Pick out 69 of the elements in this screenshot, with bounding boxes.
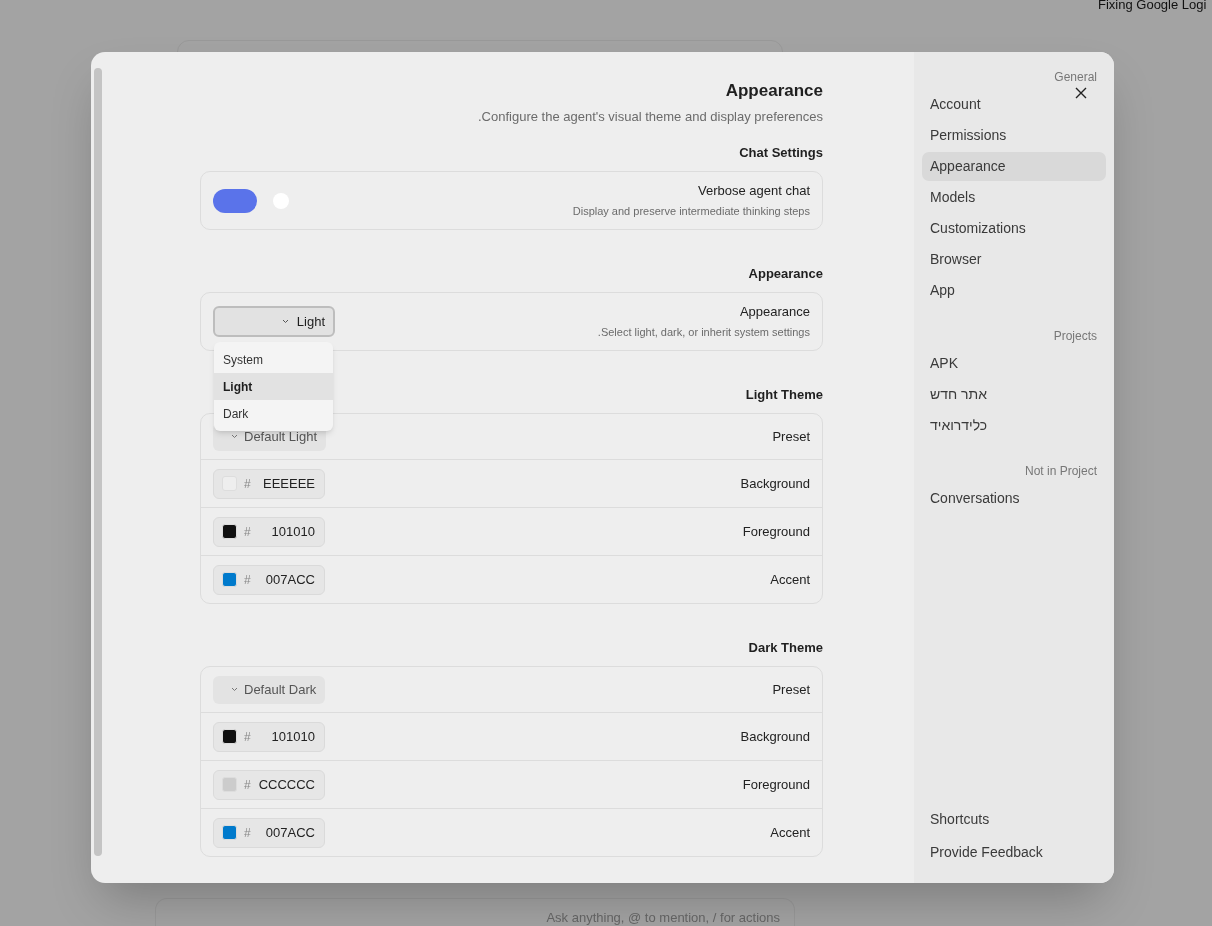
hash-label: #	[244, 571, 251, 589]
close-icon	[1074, 86, 1088, 100]
sidebar-heading: Not in Project	[1024, 464, 1098, 478]
hash-label: #	[244, 523, 251, 541]
sidebar-item[interactable]: Browser	[922, 245, 1106, 274]
toggle-switch[interactable]	[213, 188, 289, 213]
placeholder-text: Ask anything, @ to mention, / for actions	[546, 909, 780, 926]
hash-label: #	[244, 728, 251, 746]
color-value: CCCCCC	[258, 775, 315, 794]
setting-label: Preset	[772, 680, 810, 699]
sidebar-item[interactable]: כלידרואיד	[922, 411, 1106, 440]
color-value: 101010	[271, 727, 315, 746]
setting-label: Background	[740, 727, 810, 746]
chevron-down-icon	[231, 687, 238, 692]
setting-label: Preset	[772, 427, 810, 446]
color-field[interactable]: # 007ACC	[213, 564, 325, 595]
sidebar-item[interactable]: Shortcuts	[922, 805, 1106, 834]
color-swatch[interactable]	[222, 524, 237, 539]
color-swatch[interactable]	[222, 777, 237, 792]
color-field[interactable]: # EEEEEE	[213, 468, 325, 499]
hash-label: #	[244, 776, 251, 794]
color-swatch[interactable]	[222, 572, 237, 587]
setting-label: Accent	[770, 570, 810, 589]
chevron-down-icon	[281, 319, 289, 324]
color-field[interactable]: # 007ACC	[213, 817, 325, 848]
hash-label: #	[244, 824, 251, 842]
preset-dropdown[interactable]: Default Dark	[213, 675, 326, 704]
setting-label: Accent	[770, 823, 810, 842]
sidebar-item[interactable]: Permissions	[922, 121, 1106, 150]
setting-label: Verbose agent chat	[697, 182, 810, 200]
chevron-down-icon	[231, 434, 238, 439]
dropdown[interactable]: Light	[213, 306, 335, 337]
setting-label: Appearance	[739, 303, 810, 321]
color-swatch[interactable]	[222, 729, 237, 744]
section-heading: Light Theme	[745, 386, 823, 404]
sidebar-item[interactable]: App	[922, 276, 1106, 305]
sidebar-item[interactable]: Conversations	[922, 484, 1106, 513]
color-field[interactable]: # CCCCCC	[213, 769, 325, 800]
hash-label: #	[244, 475, 251, 493]
dropdown-option[interactable]: Light	[214, 373, 333, 400]
color-swatch[interactable]	[222, 825, 237, 840]
color-field[interactable]: # 101010	[213, 721, 325, 752]
section-heading: Appearance	[748, 265, 823, 283]
dropdown-option[interactable]: System	[214, 346, 333, 373]
setting-hint: .Select light, dark, or inherit system settings	[597, 325, 810, 340]
sidebar-item[interactable]: Provide Feedback	[922, 838, 1106, 867]
color-value: EEEEEE	[262, 474, 315, 493]
sidebar-item[interactable]: Models	[922, 183, 1106, 212]
setting-label: Background	[740, 474, 810, 493]
color-field[interactable]: # 101010	[213, 516, 325, 547]
sidebar-item[interactable]: Customizations	[922, 214, 1106, 243]
setting-label: Foreground	[742, 775, 810, 794]
setting-hint: Display and preserve intermediate thinking steps	[572, 204, 810, 219]
close-button[interactable]	[1074, 86, 1088, 100]
sidebar-item[interactable]: Appearance	[922, 152, 1106, 181]
color-value: 101010	[271, 522, 315, 541]
sidebar-item[interactable]: Account	[922, 90, 1106, 119]
section-heading: Dark Theme	[748, 639, 823, 657]
page-description: .Configure the agent's visual theme and display preferences	[477, 108, 823, 126]
sidebar-item[interactable]: אתר חדש	[922, 380, 1106, 409]
section-heading: Chat Settings	[739, 144, 823, 162]
page-title: Appearance	[725, 80, 823, 102]
sidebar-heading: Projects	[1053, 329, 1098, 343]
sidebar-item[interactable]: APK	[922, 349, 1106, 378]
color-value: 007ACC	[265, 570, 315, 589]
sidebar-heading: General	[1054, 70, 1098, 84]
window-title: Fixing Google Logi	[1098, 0, 1207, 14]
setting-label: Foreground	[742, 522, 810, 541]
color-value: 007ACC	[265, 823, 315, 842]
